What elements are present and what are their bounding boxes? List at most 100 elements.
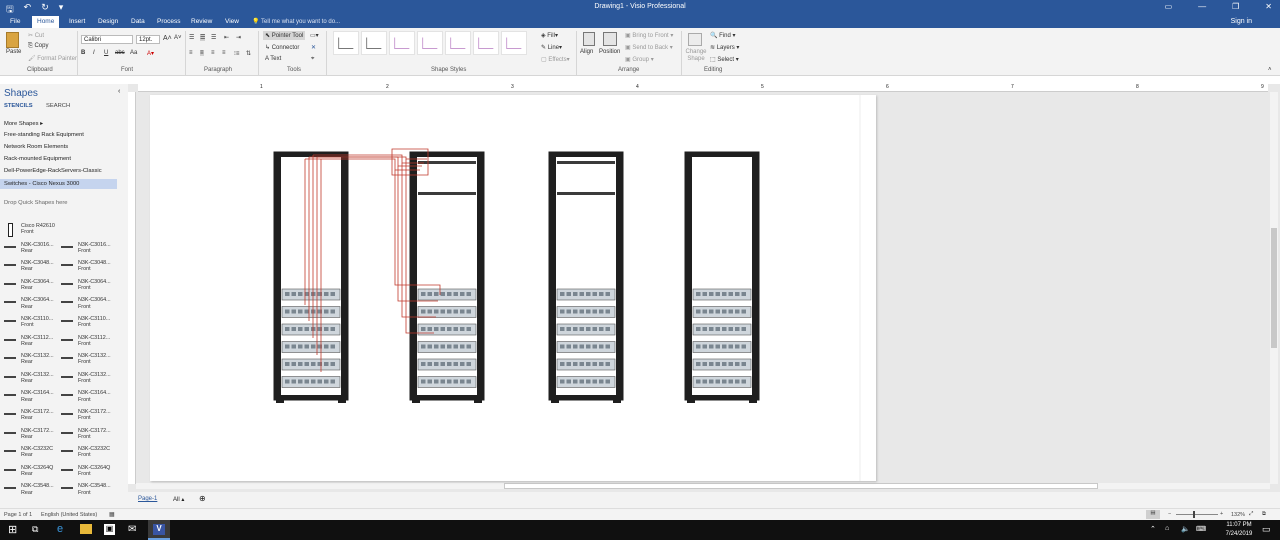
shape-list-item[interactable]: N3K-C3112... Rear (4, 335, 58, 351)
shape-list-item[interactable]: N3K-C3132... Rear (4, 353, 58, 369)
shape-list-item[interactable]: N3K-C3164... Rear (4, 390, 58, 406)
select-button[interactable]: ⬚ Select ▾ (710, 56, 739, 63)
network-icon[interactable]: ⌂ (1165, 525, 1169, 532)
tab-design[interactable]: Design (98, 18, 118, 25)
group-button[interactable]: ▣ Group ▾ (625, 56, 654, 63)
store-icon[interactable]: ▣ (104, 524, 115, 535)
tab-search[interactable]: SEARCH (46, 103, 70, 109)
mail-icon[interactable]: ✉ (128, 524, 136, 535)
minimize-icon[interactable]: — (1198, 2, 1206, 11)
paste-button[interactable]: Paste (6, 49, 21, 55)
grow-font-icon[interactable]: A˄ (163, 35, 172, 42)
bullets-icon[interactable]: ⁝≡ (234, 50, 239, 57)
zoom-slider[interactable] (1176, 514, 1218, 515)
shape-list-item[interactable]: N3K-C3164... Front (61, 390, 115, 406)
shape-list-item[interactable]: N3K-C3110... Front (4, 316, 58, 332)
switch-windows-icon[interactable]: ⧉ (1262, 511, 1266, 518)
shape-list-item[interactable]: N3K-C3016... Front (61, 242, 115, 258)
shape-style-1[interactable] (333, 31, 359, 55)
macro-icon[interactable]: ▦ (109, 511, 115, 518)
all-pages-button[interactable]: All ▴ (173, 496, 184, 503)
zoom-out-icon[interactable]: − (1168, 511, 1171, 517)
shape-list-item[interactable]: N3K-C3048... Rear (4, 260, 58, 276)
bold-button[interactable]: B (81, 50, 85, 56)
align-top-icon[interactable]: ☰ (189, 34, 194, 41)
stencil-item[interactable]: Network Room Elements (4, 144, 68, 150)
fill-button[interactable]: ◈ Fill▾ (541, 32, 558, 39)
pointer-tool-button[interactable]: ⬉ Pointer Tool (263, 31, 306, 40)
shape-list-item[interactable]: N3K-C3110... Front (61, 316, 115, 332)
close-icon[interactable]: ✕ (1265, 2, 1272, 11)
shape-style-6[interactable] (473, 31, 499, 55)
align-button[interactable]: Align (580, 49, 593, 55)
font-size-box[interactable]: 12pt. (136, 35, 160, 44)
shape-list-item[interactable]: N3K-C3232C Rear (4, 446, 58, 462)
change-shape-icon[interactable] (688, 33, 702, 46)
shape-list-item[interactable]: N3K-C3132... Front (61, 372, 115, 388)
presentation-mode-icon[interactable]: ▤ (1146, 510, 1160, 519)
shape-list-item[interactable]: N3K-C3548... Front (61, 483, 115, 499)
tab-home[interactable]: Home (32, 16, 60, 28)
horizontal-scrollbar[interactable] (136, 483, 1270, 489)
zoom-level[interactable]: 132% (1231, 512, 1245, 518)
shape-list-item[interactable]: N3K-C3132... Rear (4, 372, 58, 388)
drawing-page[interactable] (150, 95, 876, 481)
tab-data[interactable]: Data (131, 18, 145, 25)
windows-start-icon[interactable]: ⊞ (8, 523, 17, 536)
tell-me-box[interactable]: 💡 Tell me what you want to do... (252, 18, 340, 25)
shape-list-item[interactable]: N3K-C3548... Rear (4, 483, 58, 499)
tab-process[interactable]: Process (157, 18, 180, 25)
shape-list-item[interactable]: N3K-C3016... Rear (4, 242, 58, 258)
position-icon[interactable] (603, 32, 617, 46)
shrink-font-icon[interactable]: A˅ (174, 35, 182, 41)
shape-list-item[interactable]: N3K-C3064... Rear (4, 297, 58, 313)
decrease-indent-icon[interactable]: ⇤ (224, 34, 229, 41)
format-painter-button[interactable]: 🖌 Format Painter (28, 55, 77, 62)
effects-button[interactable]: ▢ Effects▾ (541, 56, 570, 63)
connection-point-icon[interactable]: ⌖ (311, 56, 314, 63)
font-color-button[interactable]: A▾ (147, 50, 154, 57)
shape-list-item[interactable]: N3K-C3172... Rear (4, 409, 58, 425)
edge-browser-icon[interactable]: e (57, 523, 63, 535)
copy-button[interactable]: ⎘ Copy (28, 43, 48, 50)
shape-list-item[interactable]: N3K-C3064... Rear (4, 279, 58, 295)
align-bottom-icon[interactable]: ☰ (211, 34, 216, 41)
shape-list-item[interactable]: N3K-C3172... Rear (4, 428, 58, 444)
tab-review[interactable]: Review (191, 18, 212, 25)
strikethrough-button[interactable]: abc (115, 50, 125, 56)
stencil-item[interactable]: Dell-PowerEdge-RackServers-Classic (4, 168, 102, 174)
zoom-slider-thumb[interactable] (1193, 511, 1195, 518)
tab-file[interactable]: File (10, 18, 20, 25)
stencil-item[interactable]: Rack-mounted Equipment (4, 156, 71, 162)
shape-style-7[interactable] (501, 31, 527, 55)
shape-list-item[interactable]: N3K-C3112... Front (61, 335, 115, 351)
shape-style-5[interactable] (445, 31, 471, 55)
clock-time[interactable]: 11:07 PM (1220, 522, 1258, 528)
visio-taskbar-button[interactable]: V (148, 520, 170, 540)
keyboard-icon[interactable]: ⌨ (1196, 525, 1206, 533)
align-icon[interactable] (583, 32, 595, 46)
add-page-icon[interactable]: ⊕ (199, 494, 206, 503)
volume-icon[interactable]: 🔈 (1181, 525, 1190, 533)
find-button[interactable]: 🔍 Find ▾ (710, 32, 736, 39)
sign-in-link[interactable]: Sign in (1231, 18, 1252, 25)
shape-list-item[interactable]: N3K-C3264Q Front (61, 465, 115, 481)
italic-button[interactable]: I (93, 50, 95, 56)
vertical-scroll-thumb[interactable] (1271, 228, 1277, 348)
collapse-ribbon-icon[interactable]: ˄ (1268, 67, 1272, 73)
shape-list-item[interactable]: N3K-C3048... Front (61, 260, 115, 276)
shape-list-item[interactable]: N3K-C3172... Front (61, 409, 115, 425)
close-x-icon[interactable]: ✕ (311, 44, 316, 51)
increase-indent-icon[interactable]: ⇥ (236, 34, 241, 41)
tab-stencils[interactable]: STENCILS (4, 103, 33, 109)
shape-list-item[interactable]: N3K-C3172... Front (61, 428, 115, 444)
font-name-box[interactable]: Calibri (81, 35, 133, 44)
page-tab-1[interactable]: Page-1 (138, 496, 157, 502)
shape-style-3[interactable] (389, 31, 415, 55)
paste-icon[interactable] (6, 32, 19, 48)
notifications-icon[interactable]: ▭ (1262, 524, 1271, 535)
tab-insert[interactable]: Insert (69, 18, 85, 25)
align-middle-icon[interactable]: ☰ (200, 34, 206, 41)
align-center-icon[interactable]: ≡ (200, 50, 204, 56)
vertical-scrollbar[interactable] (1270, 92, 1278, 484)
